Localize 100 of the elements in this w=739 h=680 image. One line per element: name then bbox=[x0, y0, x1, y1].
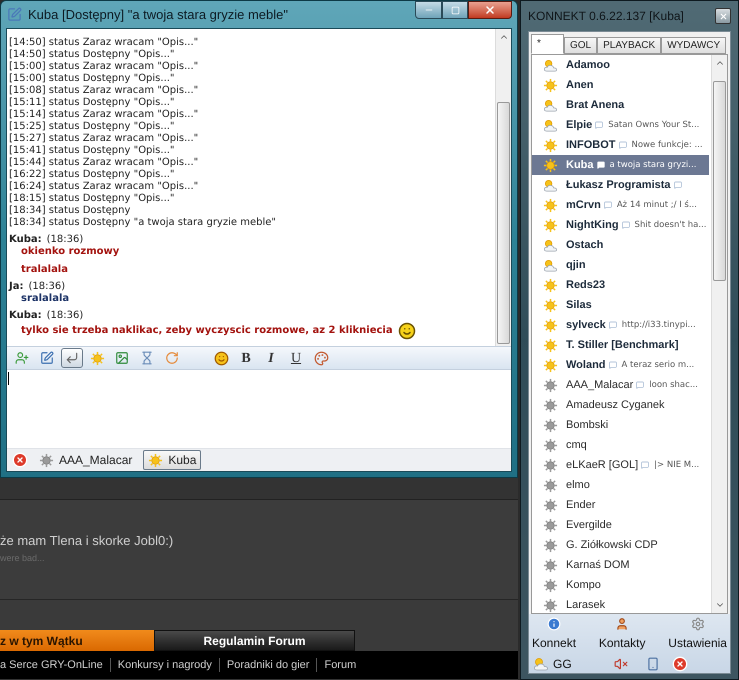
format-button[interactable]: B bbox=[235, 348, 257, 368]
contact-name: Silas bbox=[566, 298, 592, 313]
footer-link[interactable]: Forum bbox=[324, 656, 356, 674]
swirl-icon bbox=[165, 351, 179, 365]
network-status-button[interactable]: GG bbox=[533, 655, 572, 673]
close-button[interactable] bbox=[468, 1, 512, 19]
contact-row[interactable]: eLKaeR [GOL] |> NIE M... bbox=[532, 455, 709, 475]
status-log-line: [16:22] status Dostępny "Opis..." bbox=[9, 169, 175, 181]
close-tab-icon[interactable] bbox=[12, 452, 28, 468]
status-log-line: [15:25] status Dostępny "Opis..." bbox=[9, 121, 175, 133]
contact-row[interactable]: Elpie Satan Owns Your St... bbox=[532, 115, 709, 135]
settings-icon bbox=[690, 617, 705, 631]
contact-row[interactable]: elmo bbox=[532, 475, 709, 495]
contact-row[interactable]: Ostach bbox=[532, 235, 709, 255]
edit-icon bbox=[40, 351, 54, 365]
contact-name: Brat Anena bbox=[566, 98, 624, 113]
contact-description: Nowe funkcje: ... bbox=[632, 138, 703, 152]
footer-link[interactable]: Poradniki do gier bbox=[226, 656, 310, 674]
disconnect-icon[interactable] bbox=[672, 656, 688, 672]
contact-row[interactable]: Anen bbox=[532, 75, 709, 95]
contact-name: Amadeusz Cyganek bbox=[566, 398, 664, 413]
contact-name: cmq bbox=[566, 438, 587, 453]
contact-group-tab[interactable]: * bbox=[531, 34, 564, 54]
contact-description: http://i33.tinypi... bbox=[622, 318, 696, 332]
contact-name: Łukasz Programista bbox=[566, 178, 671, 193]
contact-row[interactable]: Brat Anena bbox=[532, 95, 709, 115]
main-menu-button[interactable]: Kontakty bbox=[598, 617, 646, 650]
contact-row[interactable]: Kompo bbox=[532, 575, 709, 595]
contact-row[interactable]: NightKing Shit doesn't ha... bbox=[532, 215, 709, 235]
contact-row[interactable]: qjin bbox=[532, 255, 709, 275]
mute-icon[interactable] bbox=[614, 657, 628, 671]
contact-row[interactable]: Karnaś DOM bbox=[532, 555, 709, 575]
contact-row[interactable]: Woland A teraz serio m... bbox=[532, 355, 709, 375]
contact-description: a twoja stara gryzi... bbox=[610, 158, 696, 172]
contact-name: qjin bbox=[566, 258, 586, 273]
maximize-button[interactable] bbox=[442, 1, 468, 19]
contact-group-tab[interactable]: PLAYBACK bbox=[597, 37, 662, 54]
window-title: KONNEKT 0.6.22.137 [Kuba] bbox=[528, 8, 684, 25]
contact-row[interactable]: sylveck http://i33.tinypi... bbox=[532, 315, 709, 335]
scrollbar[interactable] bbox=[495, 29, 511, 346]
contact-name: Evergilde bbox=[566, 518, 612, 533]
footer-link[interactable]: Konkursy i nagrody bbox=[118, 656, 212, 674]
toolbar-button[interactable] bbox=[61, 348, 83, 368]
contact-row[interactable]: Evergilde bbox=[532, 515, 709, 535]
contact-row[interactable]: AAA_Malacar loon shac... bbox=[532, 375, 709, 395]
status-log-line: [14:50] status Dostępny "Opis..." bbox=[9, 49, 175, 61]
contact-row[interactable]: Bombski bbox=[532, 415, 709, 435]
add-contact-icon bbox=[15, 351, 29, 365]
close-button[interactable] bbox=[715, 8, 731, 24]
message-text: sralalala bbox=[21, 293, 70, 305]
palette-icon bbox=[314, 350, 328, 366]
message-text: tylko sie trzeba naklikac, zeby wyczyscic rozmowe, az 2 klikniecia bbox=[21, 325, 393, 337]
status-log-line: [16:24] status Zaraz wracam "Opis..." bbox=[9, 181, 198, 193]
message-text: tralalala bbox=[21, 264, 68, 276]
format-button[interactable]: I bbox=[260, 348, 282, 368]
contact-name: Reds23 bbox=[566, 278, 606, 293]
format-button[interactable]: U bbox=[285, 348, 307, 368]
contact-row[interactable]: Adamoo bbox=[532, 55, 709, 75]
status-log-line: [15:41] status Dostępny "Opis..." bbox=[9, 145, 175, 157]
main-menu-button[interactable]: Konnekt bbox=[532, 617, 576, 650]
contact-group-tab[interactable]: WYDAWCY bbox=[661, 37, 726, 54]
status-log-line: [15:14] status Zaraz wracam "Opis..." bbox=[9, 109, 198, 121]
contact-row[interactable]: INFOBOT Nowe funkcje: ... bbox=[532, 135, 709, 155]
chat-tab[interactable]: AAA_Malacar bbox=[34, 450, 138, 470]
status-log-line: [14:50] status Zaraz wracam "Opis..." bbox=[9, 37, 198, 49]
forum-nav-tab[interactable]: Regulamin Forum bbox=[154, 630, 355, 651]
contact-row[interactable]: Kuba a twoja stara gryzi... bbox=[532, 155, 709, 175]
contact-row[interactable]: Silas bbox=[532, 295, 709, 315]
contact-row[interactable]: Reds23 bbox=[532, 275, 709, 295]
contact-name: INFOBOT bbox=[566, 138, 616, 153]
person-icon bbox=[615, 617, 630, 631]
footer-link[interactable]: a Serce GRY-OnLine bbox=[0, 656, 103, 674]
message-time: (18:36) bbox=[46, 234, 84, 246]
hourglass-icon bbox=[140, 351, 154, 365]
contact-name: Larasek bbox=[566, 598, 606, 613]
window-title: Kuba [Dostępny] "a twoja stara gryzie meble" bbox=[28, 6, 288, 24]
status-log-line: [15:27] status Zaraz wracam "Opis..." bbox=[9, 133, 198, 145]
contact-description: loon shac... bbox=[649, 378, 698, 392]
minimize-button[interactable] bbox=[415, 1, 442, 19]
contact-row[interactable]: cmq bbox=[532, 435, 709, 455]
contact-group-tab[interactable]: GOL bbox=[564, 37, 598, 54]
message-sender: Kuba: bbox=[9, 234, 42, 246]
contact-description: Satan Owns Your St... bbox=[608, 118, 700, 132]
contact-name: AAA_Malacar bbox=[566, 378, 634, 393]
contact-row[interactable]: G. Ziółkowski CDP bbox=[532, 535, 709, 555]
contact-name: sylveck bbox=[566, 318, 606, 333]
chat-tab[interactable]: Kuba bbox=[143, 450, 202, 470]
status-log-line: [15:44] status Zaraz wracam "Opis..." bbox=[9, 157, 198, 169]
contact-row[interactable]: Ender bbox=[532, 495, 709, 515]
forum-nav-tab[interactable]: z w tym Wątku bbox=[0, 630, 154, 651]
contact-row[interactable]: Łukasz Programista bbox=[532, 175, 709, 195]
contact-row[interactable]: T. Stiller [Benchmark] bbox=[532, 335, 709, 355]
main-menu-button[interactable]: Ustawienia bbox=[668, 617, 727, 650]
status-log-line: [18:15] status Dostępny "Opis..." bbox=[9, 193, 175, 205]
contact-row[interactable]: Larasek bbox=[532, 595, 709, 613]
scrollbar[interactable] bbox=[711, 55, 727, 613]
contact-row[interactable]: Amadeusz Cyganek bbox=[532, 395, 709, 415]
phone-icon[interactable] bbox=[646, 657, 660, 671]
contact-name: G. Ziółkowski CDP bbox=[566, 538, 658, 553]
contact-row[interactable]: mCrvn Aż 14 minut ;/ I ś... bbox=[532, 195, 709, 215]
